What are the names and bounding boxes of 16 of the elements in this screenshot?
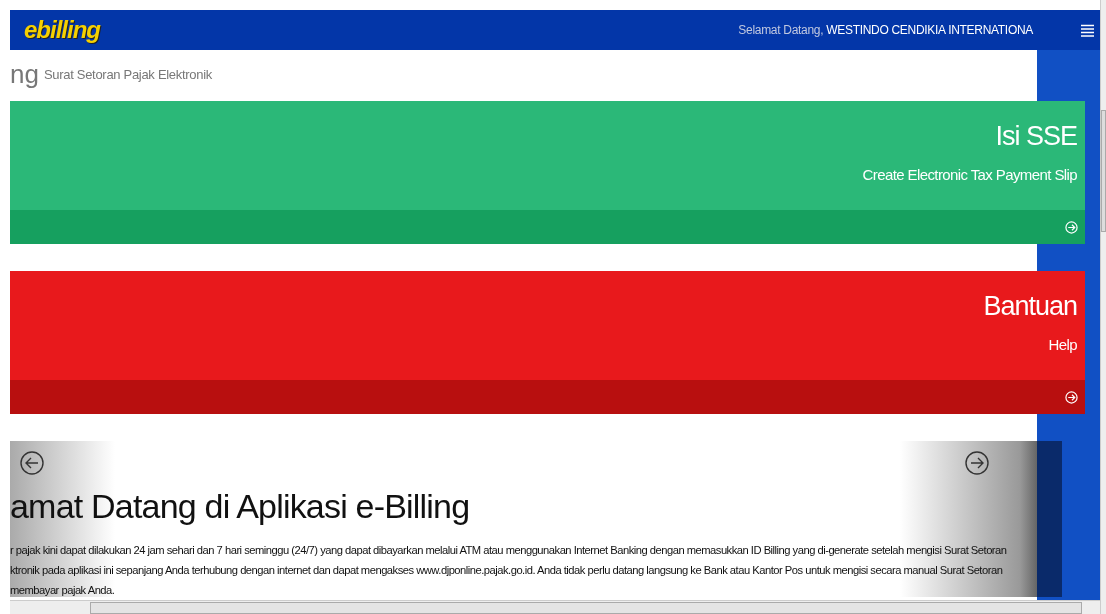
- tile-subtitle: Help: [1048, 336, 1077, 353]
- welcome-heading: amat Datang di Aplikasi e-Billing: [10, 487, 470, 526]
- menu-tile[interactable]: Isi SSE Create Electronic Tax Payment Slip: [10, 101, 1085, 244]
- page-subtitle: Surat Setoran Pajak Elektronik: [43, 67, 212, 82]
- arrow-left-icon[interactable]: [20, 451, 44, 475]
- tile-title: Isi SSE: [995, 121, 1077, 152]
- arrow-right-icon[interactable]: [965, 451, 989, 475]
- menu-tile[interactable]: Bantuan Help: [10, 271, 1085, 414]
- tile-subtitle: Create Electronic Tax Payment Slip: [862, 166, 1077, 183]
- welcome-paragraph: r pajak kini dapat dilakukan 24 jam sehari dan 7 hari seminggu (24/7) yang dapat dibayarkan melalui ATM atau menggunakan Internet Banking dengan memasukkan ID Billing yang di-generate setelah mengisi Surat Setoran ktronik pada aplikasi ini sepanjang Anda terhubung dengan internet dan dapat mengakses www.djponline.pajak.go.id. Anda tidak perlu datang langsung ke Bank atau Kantor Pos untuk mengisi secara manual Surat Setoran membayar pajak Anda.: [10, 543, 1007, 597]
- menu-icon[interactable]: [1081, 23, 1094, 37]
- ebilling-logo[interactable]: ebilling: [24, 16, 100, 44]
- user-name: WESTINDO CENDIKIA INTERNATIONA: [826, 23, 1033, 37]
- greeting-text: Selamat Datang,: [738, 23, 824, 37]
- tile-title: Bantuan: [983, 291, 1077, 322]
- page-title: ng: [10, 59, 39, 90]
